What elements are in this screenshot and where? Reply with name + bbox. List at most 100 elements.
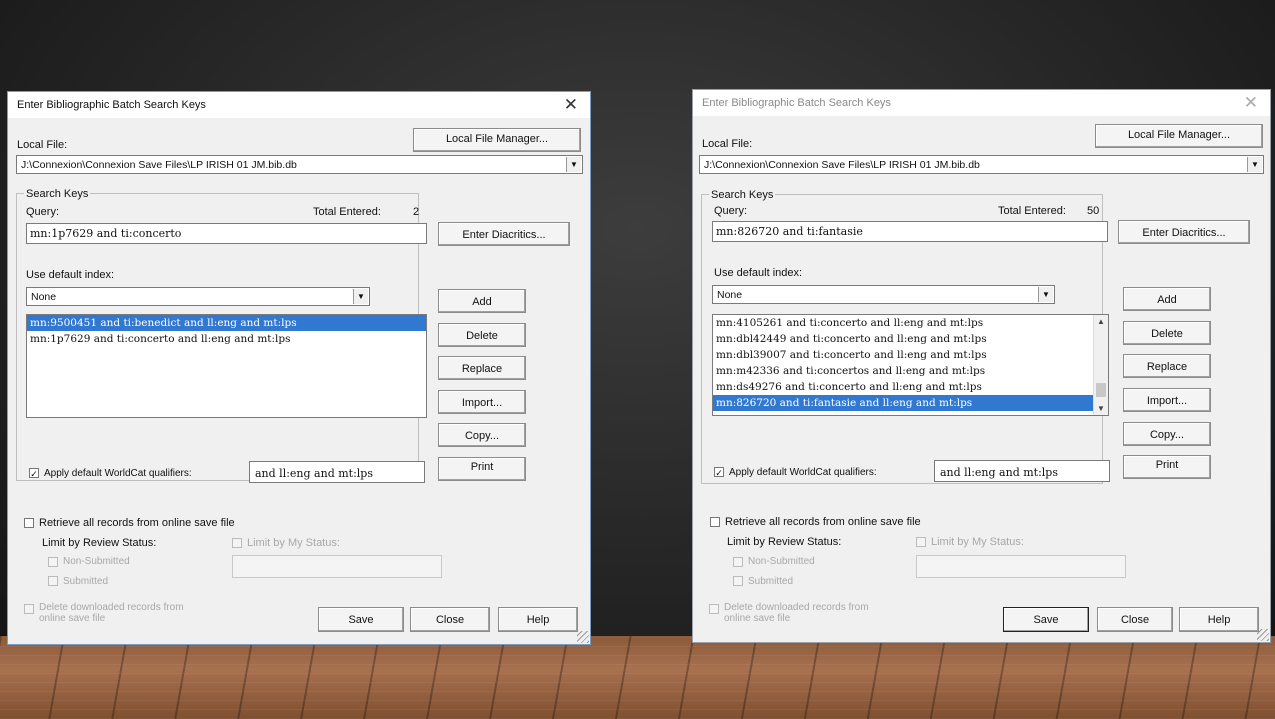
replace-button[interactable]: Replace [438, 356, 526, 380]
replace-button[interactable]: Replace [1123, 354, 1211, 378]
local-file-manager-button[interactable]: Local File Manager... [413, 128, 581, 152]
chevron-down-icon[interactable]: ▼ [1038, 287, 1053, 302]
qualifiers-input[interactable]: and ll:eng and mt:lps [934, 460, 1110, 482]
delete-downloaded-checkbox[interactable] [709, 604, 719, 614]
resize-grip[interactable] [577, 631, 589, 643]
add-button[interactable]: Add [1123, 287, 1211, 311]
scroll-thumb[interactable] [1096, 383, 1106, 397]
local-file-label: Local File: [17, 139, 68, 151]
query-value: mn:826720 and ti:fantasie [716, 225, 863, 238]
help-button[interactable]: Help [1179, 607, 1259, 632]
default-index-value: None [31, 291, 57, 303]
non-submitted-checkbox[interactable] [48, 557, 58, 567]
batch-search-dialog-left: Enter Bibliographic Batch Search Keys ✕ … [7, 91, 591, 645]
qualifiers-input[interactable]: and ll:eng and mt:lps [249, 461, 425, 483]
save-button[interactable]: Save [1003, 607, 1089, 632]
list-item[interactable]: mn:ds49276 and ti:concerto and ll:eng an… [713, 379, 1108, 395]
total-entered-value: 50 [1087, 205, 1100, 217]
list-scrollbar[interactable]: ▲ ▼ [1093, 315, 1108, 415]
chevron-up-icon[interactable]: ▲ [1094, 317, 1108, 326]
add-button[interactable]: Add [438, 289, 526, 313]
submitted-checkbox[interactable] [733, 576, 743, 586]
dialog-title: Enter Bibliographic Batch Search Keys [17, 99, 206, 111]
save-button[interactable]: Save [318, 607, 404, 632]
resize-grip[interactable] [1257, 629, 1269, 641]
chevron-down-icon[interactable]: ▼ [353, 289, 368, 304]
use-default-index-label: Use default index: [714, 267, 803, 279]
title-bar: Enter Bibliographic Batch Search Keys ✕ [8, 92, 590, 118]
chevron-down-icon[interactable]: ▼ [566, 157, 581, 172]
my-status-input[interactable] [916, 555, 1126, 578]
local-file-path: J:\Connexion\Connexion Save Files\LP IRI… [704, 159, 980, 171]
close-icon[interactable]: ✕ [1244, 93, 1258, 113]
apply-qualifiers-label: Apply default WorldCat qualifiers: [729, 467, 877, 478]
delete-downloaded-checkbox[interactable] [24, 604, 34, 614]
query-value: mn:1p7629 and ti:concerto [30, 227, 182, 240]
submitted-checkbox[interactable] [48, 576, 58, 586]
list-item[interactable]: mn:dbl42449 and ti:concerto and ll:eng a… [713, 331, 1108, 347]
list-item[interactable]: mn:9500451 and ti:benedict and ll:eng an… [27, 315, 426, 331]
query-label: Query: [26, 206, 60, 218]
delete-button[interactable]: Delete [438, 323, 526, 347]
copy-button[interactable]: Copy... [438, 423, 526, 447]
query-input[interactable]: mn:826720 and ti:fantasie [712, 221, 1108, 242]
close-button[interactable]: Close [410, 607, 490, 632]
delete-downloaded-label: Delete downloaded records from [39, 602, 184, 613]
enter-diacritics-button[interactable]: Enter Diacritics... [438, 222, 570, 246]
apply-qualifiers-label: Apply default WorldCat qualifiers: [44, 468, 192, 479]
chevron-down-icon[interactable]: ▼ [1094, 404, 1108, 413]
list-item[interactable]: mn:4105261 and ti:concerto and ll:eng an… [713, 315, 1108, 331]
local-file-select[interactable]: J:\Connexion\Connexion Save Files\LP IRI… [16, 155, 583, 174]
limit-my-status-checkbox[interactable] [232, 538, 242, 548]
total-entered-value: 2 [413, 206, 420, 218]
import-button[interactable]: Import... [1123, 388, 1211, 412]
copy-button[interactable]: Copy... [1123, 422, 1211, 446]
help-button[interactable]: Help [498, 607, 578, 632]
print-button[interactable]: Print [1123, 455, 1211, 479]
my-status-input[interactable] [232, 555, 442, 578]
search-keys-list[interactable]: mn:4105261 and ti:concerto and ll:eng an… [712, 314, 1109, 416]
print-button[interactable]: Print [438, 457, 526, 481]
limit-review-status-label: Limit by Review Status: [727, 536, 842, 548]
retrieve-all-label: Retrieve all records from online save fi… [39, 517, 235, 529]
chevron-down-icon[interactable]: ▼ [1247, 157, 1262, 172]
apply-qualifiers-checkbox[interactable]: ✓ [29, 468, 39, 479]
delete-downloaded-label-2: online save file [724, 613, 791, 624]
apply-qualifiers-checkbox[interactable]: ✓ [714, 467, 724, 478]
qualifiers-value: and ll:eng and mt:lps [255, 467, 373, 480]
query-input[interactable]: mn:1p7629 and ti:concerto [26, 223, 427, 244]
non-submitted-label: Non-Submitted [748, 556, 815, 567]
list-item[interactable]: mn:dbl39007 and ti:concerto and ll:eng a… [713, 347, 1108, 363]
non-submitted-label: Non-Submitted [63, 556, 130, 567]
local-file-select[interactable]: J:\Connexion\Connexion Save Files\LP IRI… [699, 155, 1264, 174]
list-item[interactable]: mn:1p7629 and ti:concerto and ll:eng and… [27, 331, 426, 347]
title-bar: Enter Bibliographic Batch Search Keys ✕ [693, 90, 1270, 116]
submitted-label: Submitted [63, 576, 109, 587]
list-item[interactable]: mn:826720 and ti:fantasie and ll:eng and… [713, 395, 1094, 411]
retrieve-all-checkbox[interactable] [24, 518, 34, 528]
query-label: Query: [714, 205, 748, 217]
enter-diacritics-button[interactable]: Enter Diacritics... [1118, 220, 1250, 244]
search-keys-list[interactable]: mn:9500451 and ti:benedict and ll:eng an… [26, 314, 427, 418]
retrieve-all-checkbox[interactable] [710, 517, 720, 527]
delete-button[interactable]: Delete [1123, 321, 1211, 345]
limit-review-status-label: Limit by Review Status: [42, 537, 157, 549]
close-icon[interactable]: ✕ [564, 95, 578, 115]
default-index-select[interactable]: None ▼ [26, 287, 370, 306]
search-keys-label: Search Keys [24, 188, 91, 200]
default-index-select[interactable]: None ▼ [712, 285, 1055, 304]
search-keys-label: Search Keys [709, 189, 776, 201]
close-button[interactable]: Close [1097, 607, 1173, 632]
limit-my-status-checkbox[interactable] [916, 537, 926, 547]
local-file-manager-button[interactable]: Local File Manager... [1095, 124, 1263, 148]
wood-floor-decoration [0, 636, 1275, 719]
dialog-title: Enter Bibliographic Batch Search Keys [702, 97, 891, 109]
retrieve-all-label: Retrieve all records from online save fi… [725, 516, 921, 528]
delete-downloaded-label: Delete downloaded records from [724, 602, 869, 613]
limit-my-status-label: Limit by My Status: [931, 536, 1024, 548]
list-item[interactable]: mn:m42336 and ti:concertos and ll:eng an… [713, 363, 1108, 379]
non-submitted-checkbox[interactable] [733, 557, 743, 567]
import-button[interactable]: Import... [438, 390, 526, 414]
total-entered-label: Total Entered: [998, 205, 1066, 217]
batch-search-dialog-right: Enter Bibliographic Batch Search Keys ✕ … [692, 89, 1271, 643]
